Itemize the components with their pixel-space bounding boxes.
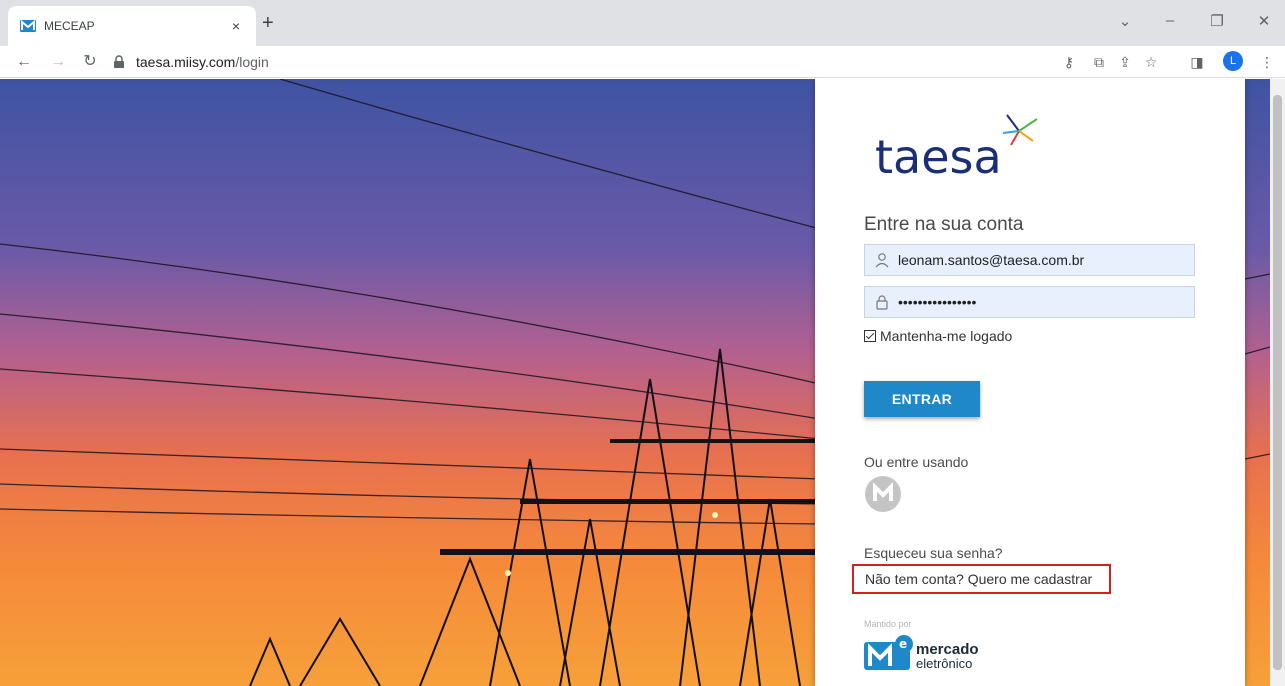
- maintainer-name-2: eletrônico: [916, 656, 973, 671]
- login-card: taesa Entre na sua conta ••••••••••••: [815, 79, 1245, 686]
- back-icon[interactable]: ←: [14, 52, 34, 72]
- email-input[interactable]: [898, 252, 1178, 268]
- tab-close-icon[interactable]: ×: [228, 18, 244, 34]
- user-icon: [875, 253, 889, 268]
- tab-search-icon[interactable]: ⌄: [1114, 12, 1136, 30]
- maintained-by-label: Mantido por: [864, 619, 912, 629]
- remember-me-label: Mantenha-me logado: [880, 328, 1013, 344]
- share-icon[interactable]: ⇪: [1116, 53, 1134, 71]
- browser-tab-bar: MECEAP × + ⌄ – ❐ ✕: [0, 0, 1285, 46]
- brand-text: taesa: [875, 130, 1002, 183]
- password-input[interactable]: ••••••••••••••••: [898, 294, 976, 310]
- open-external-icon[interactable]: ⧉: [1090, 53, 1108, 71]
- side-panel-icon[interactable]: ◨: [1188, 53, 1206, 71]
- browser-toolbar: ← → ↻ taesa.miisy.com/login ⚷ ⧉ ⇪ ☆ ◨ ⋮: [0, 46, 1285, 78]
- lock-icon: [114, 55, 124, 68]
- checkbox-checked-icon[interactable]: [864, 330, 876, 342]
- remember-me-checkbox[interactable]: Mantenha-me logado: [864, 328, 1012, 344]
- svg-text:e: e: [899, 637, 907, 651]
- bookmark-star-icon[interactable]: ☆: [1142, 53, 1160, 71]
- password-field[interactable]: ••••••••••••••••: [864, 286, 1195, 318]
- minimize-icon[interactable]: –: [1159, 12, 1181, 29]
- address-bar[interactable]: taesa.miisy.com/login: [112, 49, 1052, 75]
- url-host: taesa.miisy.com: [136, 54, 236, 70]
- menu-icon[interactable]: ⋮: [1258, 53, 1276, 71]
- login-heading: Entre na sua conta: [864, 214, 1024, 235]
- login-page: taesa Entre na sua conta ••••••••••••: [0, 79, 1285, 686]
- page-scrollbar[interactable]: [1270, 79, 1285, 686]
- mecasp-login-button[interactable]: [865, 476, 901, 512]
- url-path: /login: [235, 54, 269, 70]
- key-icon[interactable]: ⚷: [1060, 53, 1078, 71]
- mecasp-favicon-icon: [20, 19, 36, 32]
- forgot-password-link[interactable]: Esqueceu sua senha?: [864, 545, 1003, 561]
- submit-button[interactable]: ENTRAR: [864, 381, 980, 417]
- browser-tab[interactable]: MECEAP ×: [8, 6, 256, 46]
- taesa-logo: taesa: [875, 114, 1038, 183]
- email-field[interactable]: [864, 244, 1195, 276]
- alt-login-label: Ou entre usando: [864, 454, 969, 470]
- restore-icon[interactable]: ❐: [1206, 12, 1228, 30]
- mecasp-logo-icon: [873, 482, 893, 501]
- scrollbar-thumb[interactable]: [1273, 95, 1282, 670]
- profile-avatar[interactable]: L: [1223, 51, 1243, 71]
- register-link[interactable]: Não tem conta? Quero me cadastrar: [852, 564, 1111, 594]
- reload-icon[interactable]: ↻: [80, 52, 100, 72]
- lock-icon: [876, 295, 888, 310]
- maintainer-name-1: mercado: [916, 641, 979, 658]
- close-window-icon[interactable]: ✕: [1253, 12, 1275, 30]
- forward-icon[interactable]: →: [48, 52, 68, 72]
- new-tab-icon[interactable]: +: [262, 13, 274, 33]
- tab-title: MECEAP: [44, 19, 95, 33]
